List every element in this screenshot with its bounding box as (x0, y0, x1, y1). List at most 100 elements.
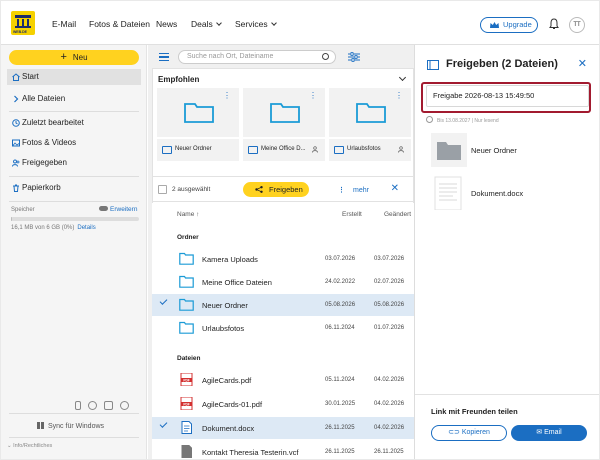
details-link[interactable]: Details (77, 225, 95, 231)
file-row[interactable]: PDF AgileCards.pdf 05.11.2024 04.02.2026 (152, 369, 414, 391)
recommended-tile[interactable]: ⋮ Neuer Ordner (157, 88, 239, 161)
more-vertical-icon[interactable]: ⋮ (223, 91, 231, 100)
folders-heading: Ordner (177, 234, 199, 241)
document-icon (181, 421, 192, 434)
item-created: 03.07.2026 (325, 256, 356, 262)
folder-row[interactable]: Meine Office Dateien 24.02.2022 02.07.2026 (152, 271, 414, 293)
phone-icon[interactable] (75, 401, 81, 410)
checkmark-icon[interactable] (159, 420, 168, 428)
search-input[interactable]: Suche nach Ort, Dateiname (178, 50, 336, 64)
item-created: 26.11.2025 (325, 425, 355, 431)
pdf-icon: PDF (180, 373, 193, 386)
sidebar-item-fotos[interactable]: Fotos & Videos (7, 135, 141, 151)
file-row[interactable]: PDF AgileCards-01.pdf 30.01.2025 04.02.2026 (152, 393, 414, 415)
upgrade-button[interactable]: Upgrade (480, 17, 538, 33)
link-icon: ⊂⊃ (448, 429, 462, 436)
storage-text: 16,1 MB von 6 GB (0%) Details (11, 225, 96, 231)
column-name[interactable]: Name ↑ (177, 211, 199, 218)
main-area: Suche nach Ort, Dateiname Empfohlen ⋮ Ne… (148, 45, 414, 459)
item-name: AgileCards-01.pdf (202, 400, 263, 409)
new-button[interactable]: + Neu (9, 50, 139, 65)
close-selection-icon[interactable]: ✕ (391, 183, 399, 194)
link-title: Link mit Freunden teilen (431, 407, 518, 416)
more-vertical-icon: ⋮ (338, 187, 345, 194)
chevron-down-icon[interactable] (398, 73, 407, 82)
menu-icon[interactable] (159, 53, 169, 61)
folder-row[interactable]: Neuer Ordner 05.08.2026 05.08.2026 (152, 294, 414, 316)
storage-bar-fill (11, 217, 13, 221)
app-window: WEB.DE E-Mail Fotos & Dateien News Deals… (1, 1, 599, 459)
people-icon (12, 159, 20, 167)
item-modified: 04.02.2026 (374, 425, 405, 431)
nav-news[interactable]: News (156, 1, 177, 45)
more-button[interactable]: ⋮ mehr (338, 186, 369, 194)
sidebar-item-papierkorb[interactable]: Papierkorb (7, 180, 141, 196)
share-button[interactable]: Freigeben (243, 182, 309, 197)
folder-icon (248, 146, 258, 154)
item-name: Dokument.docx (202, 424, 255, 433)
file-row[interactable]: Kontakt Theresia Testerin.vcf 26.11.2025 2… (152, 441, 414, 459)
sidebar-item-start[interactable]: Start (7, 69, 141, 85)
select-all-checkbox[interactable] (158, 185, 167, 194)
checkmark-icon[interactable] (159, 297, 168, 305)
folder-icon (179, 275, 194, 288)
item-modified: 26.11.2025 (374, 449, 404, 455)
shared-people-icon (398, 146, 404, 153)
nav-services[interactable]: Services (235, 1, 277, 45)
item-modified: 02.07.2026 (374, 279, 405, 285)
sidebar-item-zuletzt[interactable]: Zuletzt bearbeitet (7, 115, 141, 131)
help-icon[interactable] (120, 401, 129, 410)
item-created: 05.08.2026 (325, 302, 356, 308)
cloud-icon (99, 206, 108, 211)
folder-row[interactable]: Urlaubsfotos 06.11.2024 01.07.2026 (152, 317, 414, 339)
email-button[interactable]: ✉ Email (511, 425, 587, 441)
svg-text:PDF: PDF (183, 402, 189, 406)
sidebar: + Neu Start Alle Dateien Zuletzt bearbeit… (1, 45, 147, 459)
storage-bar (11, 217, 139, 221)
image-icon (12, 139, 20, 147)
settings-icon[interactable] (426, 116, 433, 123)
chevron-down-icon (270, 20, 277, 26)
webde-logo[interactable]: WEB.DE (11, 11, 35, 35)
imprint-link[interactable]: ⌄ Info/Rechtliches (7, 443, 52, 449)
files-heading: Dateien (177, 355, 201, 362)
folder-row[interactable]: Kamera Uploads 03.07.2026 03.07.2026 (152, 248, 414, 270)
clock-icon (12, 119, 20, 127)
filter-icon[interactable] (348, 52, 360, 62)
sidebar-item-alle-dateien[interactable]: Alle Dateien (7, 91, 141, 107)
recommended-tile[interactable]: ⋮ Urlaubsfotos (329, 88, 411, 161)
shared-item[interactable]: Dokument.docx (431, 176, 581, 211)
sidebar-item-freigegeben[interactable]: Freigegeben (7, 155, 141, 171)
file-list: Name ↑ Erstellt Geändert Ordner Kamera U… (152, 203, 414, 459)
close-icon[interactable]: ✕ (578, 57, 587, 70)
sync-windows-link[interactable]: Sync für Windows (37, 421, 104, 430)
file-row[interactable]: Dokument.docx 26.11.2025 04.02.2026 (152, 417, 414, 439)
item-modified: 05.08.2026 (374, 302, 405, 308)
column-created[interactable]: Erstellt (342, 211, 362, 218)
share-panel: Freigeben (2 Dateien) ✕ Freigabe 2026-08… (414, 45, 599, 459)
expand-storage-link[interactable]: Erweitern (99, 206, 137, 213)
avatar[interactable]: TT (569, 17, 585, 33)
nav-deals[interactable]: Deals (191, 1, 222, 45)
sidebar-divider (9, 413, 139, 414)
svg-text:PDF: PDF (183, 378, 189, 382)
windows-icon (37, 422, 44, 429)
shared-item[interactable]: Neuer Ordner (431, 133, 581, 167)
column-modified[interactable]: Geändert (384, 211, 411, 218)
item-modified: 04.02.2026 (374, 401, 405, 407)
recommended-tile[interactable]: ⋮ Meine Office D... (243, 88, 325, 161)
sort-arrow-up-icon: ↑ (196, 211, 200, 218)
item-name: Meine Office Dateien (202, 278, 272, 287)
more-vertical-icon[interactable]: ⋮ (395, 91, 403, 100)
search-icon[interactable] (322, 53, 329, 60)
chat-icon[interactable] (104, 401, 113, 410)
more-vertical-icon[interactable]: ⋮ (309, 91, 317, 100)
settings-icon[interactable] (88, 401, 97, 410)
sidebar-divider (9, 437, 139, 438)
highlight-box (421, 82, 591, 113)
item-created: 05.11.2024 (325, 377, 355, 383)
nav-fotos-dateien[interactable]: Fotos & Dateien (89, 1, 150, 45)
copy-link-button[interactable]: ⊂⊃ Kopieren (431, 425, 507, 441)
bell-icon[interactable] (548, 18, 560, 30)
nav-email[interactable]: E-Mail (52, 1, 76, 45)
